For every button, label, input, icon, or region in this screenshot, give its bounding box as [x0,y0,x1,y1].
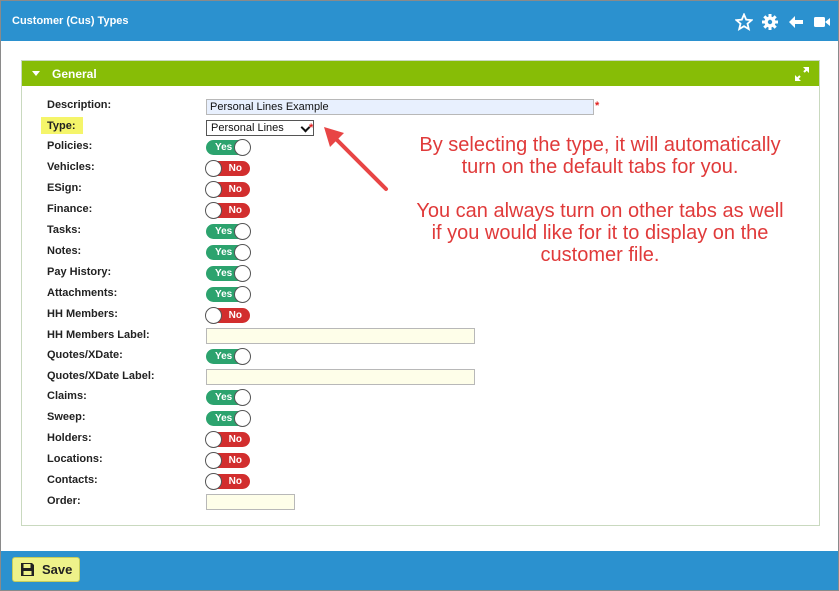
toggle-knob [205,473,222,490]
esign-toggle[interactable]: No [205,181,250,198]
pay-history-toggle[interactable]: Yes [206,265,251,282]
vehicles-label: Vehicles: [47,161,95,173]
required-marker: * [309,122,314,134]
hh-members-toggle[interactable]: No [205,307,250,324]
general-panel: General [21,60,820,526]
toggle-knob [205,431,222,448]
required-marker: * [595,100,600,112]
toggle-label: Yes [215,351,233,362]
panel-title: General [52,67,97,81]
attachments-toggle[interactable]: Yes [206,286,251,303]
annotation-callout: By selecting the type, it will automatic… [394,134,806,266]
footer-bar: Save [1,551,838,590]
expand-icon[interactable] [793,65,811,83]
tasks-label: Tasks: [47,224,82,236]
toggle-label: Yes [215,413,233,424]
policies-toggle[interactable]: Yes [206,139,251,156]
hh-members-label-input[interactable] [206,328,475,344]
toggle-knob [205,181,222,198]
sweep-toggle[interactable]: Yes [206,410,251,427]
annotation-line: You can always turn on other tabs as wel… [416,200,784,222]
toggle-knob [205,202,222,219]
floppy-disk-icon [21,563,34,576]
toggle-label: No [228,455,242,466]
toggle-knob [234,348,251,365]
toggle-knob [234,139,251,156]
description-label: Description: [47,99,112,111]
holders-toggle[interactable]: No [205,431,250,448]
toggle-label: Yes [215,268,233,279]
gear-icon[interactable] [761,13,779,31]
annotation-line: if you would like for it to display on t… [431,222,769,244]
toggle-knob [234,286,251,303]
quotes-xdate-label: Quotes/XDate: [47,349,123,361]
toggle-knob [234,244,251,261]
order-input[interactable] [206,494,295,510]
toggle-knob [234,389,251,406]
quotes-xdate-label-label: Quotes/XDate Label: [47,370,155,382]
title-bar: Customer (Cus) Types [1,1,838,41]
order-label: Order: [47,495,81,507]
vehicles-toggle[interactable]: No [205,160,250,177]
collapse-caret-icon[interactable] [32,71,40,76]
back-arrow-icon[interactable] [787,13,805,31]
star-icon[interactable] [735,13,753,31]
hh-members-label: HH Members: [47,308,118,320]
toggle-label: Yes [215,226,233,237]
type-select[interactable]: Personal Lines [206,120,314,136]
toggle-label: Yes [215,289,233,300]
finance-label: Finance: [47,203,93,215]
toggle-label: No [228,310,242,321]
type-label: Type: [47,120,76,132]
toggle-label: Yes [215,247,233,258]
toggle-label: No [228,434,242,445]
policies-label: Policies: [47,140,93,152]
save-label: Save [42,562,73,577]
annotation-line: By selecting the type, it will automatic… [419,134,781,156]
toggle-knob [205,160,222,177]
contacts-label: Contacts: [47,474,98,486]
toggle-label: No [228,476,242,487]
attachments-label: Attachments: [47,287,118,299]
pay-history-label: Pay History: [47,266,112,278]
claims-label: Claims: [47,390,87,402]
locations-toggle[interactable]: No [205,452,250,469]
window-title: Customer (Cus) Types [12,15,129,27]
toggle-label: No [228,163,242,174]
toggle-label: Yes [215,392,233,403]
contacts-toggle[interactable]: No [205,473,250,490]
annotation-line: turn on the default tabs for you. [461,156,739,178]
toggle-knob [234,223,251,240]
hh-members-label-label: HH Members Label: [47,329,150,341]
notes-toggle[interactable]: Yes [206,244,251,261]
esign-label: ESign: [47,182,82,194]
window: Customer (Cus) Types General Description… [0,0,839,591]
locations-label: Locations: [47,453,103,465]
video-icon[interactable] [813,13,831,31]
quotes-xdate-toggle[interactable]: Yes [206,348,251,365]
toggle-knob [205,307,222,324]
toggle-label: No [228,205,242,216]
type-select-value: Personal Lines [211,122,284,134]
finance-toggle[interactable]: No [205,202,250,219]
claims-toggle[interactable]: Yes [206,389,251,406]
description-input[interactable]: Personal Lines Example [206,99,594,115]
holders-label: Holders: [47,432,92,444]
toggle-label: No [228,184,242,195]
toggle-knob [234,265,251,282]
panel-header[interactable]: General [22,61,819,86]
toggle-knob [234,410,251,427]
notes-label: Notes: [47,245,82,257]
toggle-label: Yes [215,142,233,153]
annotation-line: customer file. [540,244,660,266]
quotes-xdate-label-input[interactable] [206,369,475,385]
annotation-arrow-icon [324,127,388,191]
save-button[interactable]: Save [12,557,80,582]
tasks-toggle[interactable]: Yes [206,223,251,240]
toggle-knob [205,452,222,469]
sweep-label: Sweep: [47,411,86,423]
